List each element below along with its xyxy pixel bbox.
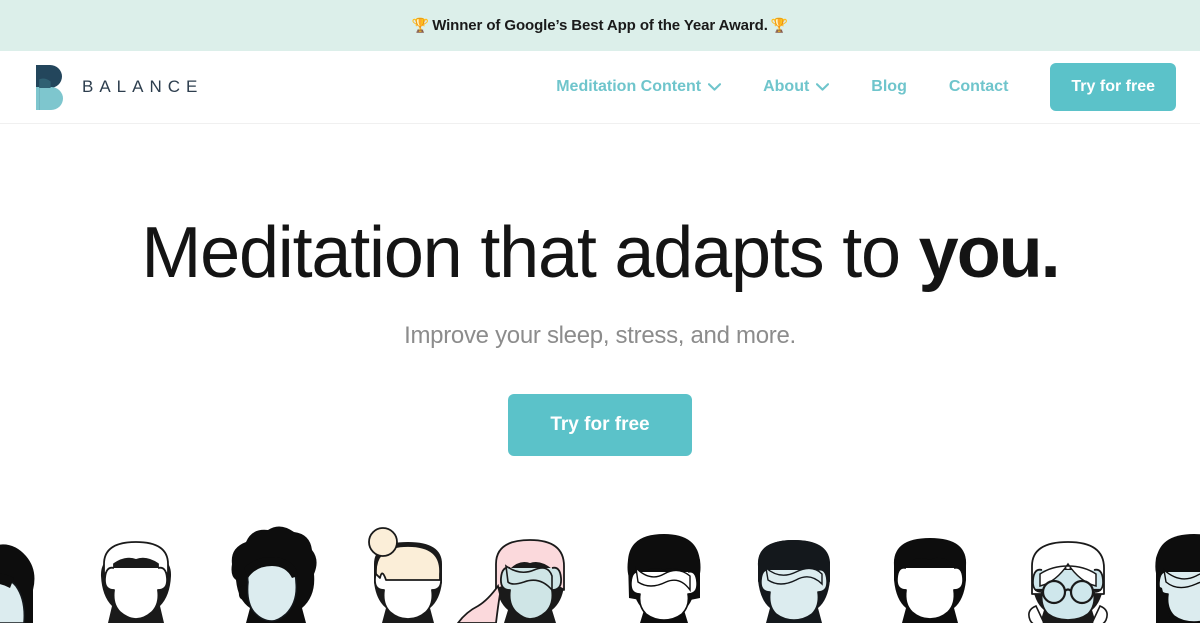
chevron-down-icon: [708, 83, 722, 91]
nav-item-blog[interactable]: Blog: [850, 78, 928, 96]
site-header: BALANCE Meditation Content About Blog Co…: [0, 51, 1200, 124]
avatar-long-black-hair: [1155, 534, 1200, 623]
hero-title-main: Meditation that adapts to: [141, 213, 919, 293]
avatar-short-dark-hair: [757, 540, 830, 623]
nav-item-contact[interactable]: Contact: [928, 78, 1030, 96]
logo-wordmark: BALANCE: [82, 77, 204, 96]
logo-link[interactable]: BALANCE: [36, 64, 203, 110]
chevron-down-icon: [816, 83, 830, 91]
announcement-label: Winner of Google’s Best App of the Year …: [432, 17, 768, 34]
hero-title-accent: you.: [918, 213, 1061, 293]
trophy-icon: 🏆: [411, 17, 430, 33]
nav-label: Meditation Content: [556, 78, 702, 95]
main-navigation: Meditation Content About Blog Contact Tr…: [535, 63, 1176, 111]
hero-subtitle: Improve your sleep, stress, and more.: [404, 321, 796, 349]
avatar-bun-cream-hair: [368, 527, 442, 623]
nav-item-meditation-content[interactable]: Meditation Content: [535, 78, 742, 96]
avatar-dark-crop-hair: [893, 538, 967, 623]
nav-item-about[interactable]: About: [742, 78, 850, 96]
balance-b-logo-icon: [36, 65, 63, 110]
avatar-illustration-strip: [0, 520, 1200, 623]
glasses-icon: [1034, 579, 1102, 605]
nav-label: Blog: [871, 78, 907, 95]
trophy-icon: 🏆: [770, 17, 789, 33]
avatar-curly-dark-hair: [0, 544, 35, 623]
avatar-row: [0, 526, 1200, 623]
hero-section: Meditation that adapts to you. Improve y…: [0, 124, 1200, 456]
nav-label: Contact: [948, 78, 1009, 95]
hero-try-for-free-button[interactable]: Try for free: [508, 393, 692, 456]
avatar-afro-dark-hair: [231, 526, 317, 623]
avatar-glasses-white-hair: [1028, 541, 1108, 623]
avatar-black-bob: [627, 534, 701, 623]
announcement-text-group: 🏆 Winner of Google’s Best App of the Yea…: [412, 17, 788, 34]
nav-label: About: [763, 78, 810, 95]
header-try-for-free-button[interactable]: Try for free: [1050, 63, 1176, 111]
announcement-banner: 🏆 Winner of Google’s Best App of the Yea…: [0, 0, 1200, 51]
avatar-outline-short-hair: [100, 541, 172, 623]
avatar-long-pink-hair: [456, 539, 565, 623]
page-title: Meditation that adapts to you.: [0, 213, 1200, 293]
